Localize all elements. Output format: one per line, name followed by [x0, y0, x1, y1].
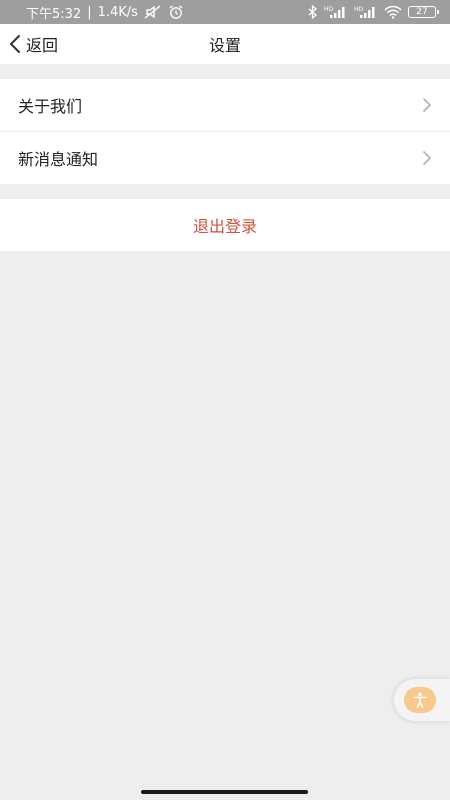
settings-item-notifications[interactable]: 新消息通知	[0, 131, 450, 183]
chevron-left-icon	[8, 34, 22, 54]
status-right: HD HD 27	[308, 5, 439, 19]
battery-level: 27	[416, 6, 428, 17]
alarm-icon	[168, 4, 184, 20]
status-left: 下午5:32 | 1.4K/s	[26, 3, 184, 22]
signal-hd-label: HD	[354, 6, 364, 13]
settings-list: 关于我们 新消息通知	[0, 79, 450, 184]
chevron-right-icon	[422, 150, 432, 166]
signal-icon: HD	[354, 5, 378, 19]
settings-item-label: 关于我们	[18, 97, 83, 116]
status-bar: 下午5:32 | 1.4K/s HD HD 27	[0, 0, 450, 24]
page-title: 设置	[208, 36, 241, 55]
wifi-icon	[384, 5, 402, 19]
logout-button[interactable]: 退出登录	[0, 199, 450, 251]
home-indicator[interactable]	[141, 790, 308, 794]
back-button[interactable]: 返回	[8, 24, 58, 64]
status-speed: 1.4K/s	[97, 4, 138, 20]
signal-hd-label: HD	[324, 6, 334, 13]
mute-icon	[144, 5, 162, 19]
accessibility-icon	[404, 687, 436, 713]
back-label: 返回	[26, 36, 59, 55]
settings-item-label: 新消息通知	[18, 149, 99, 169]
chevron-right-icon	[422, 97, 432, 113]
floating-accessibility-button[interactable]	[394, 679, 450, 721]
status-time: 下午5:32	[26, 6, 82, 22]
battery-icon: 27	[408, 6, 439, 18]
settings-item-about-us[interactable]: 关于我们	[0, 79, 450, 131]
status-separator: |	[87, 4, 92, 20]
nav-bar: 返回 设置	[0, 24, 450, 64]
logout-label: 退出登录	[192, 217, 257, 236]
bluetooth-icon	[308, 5, 318, 19]
signal-icon: HD	[324, 5, 348, 19]
